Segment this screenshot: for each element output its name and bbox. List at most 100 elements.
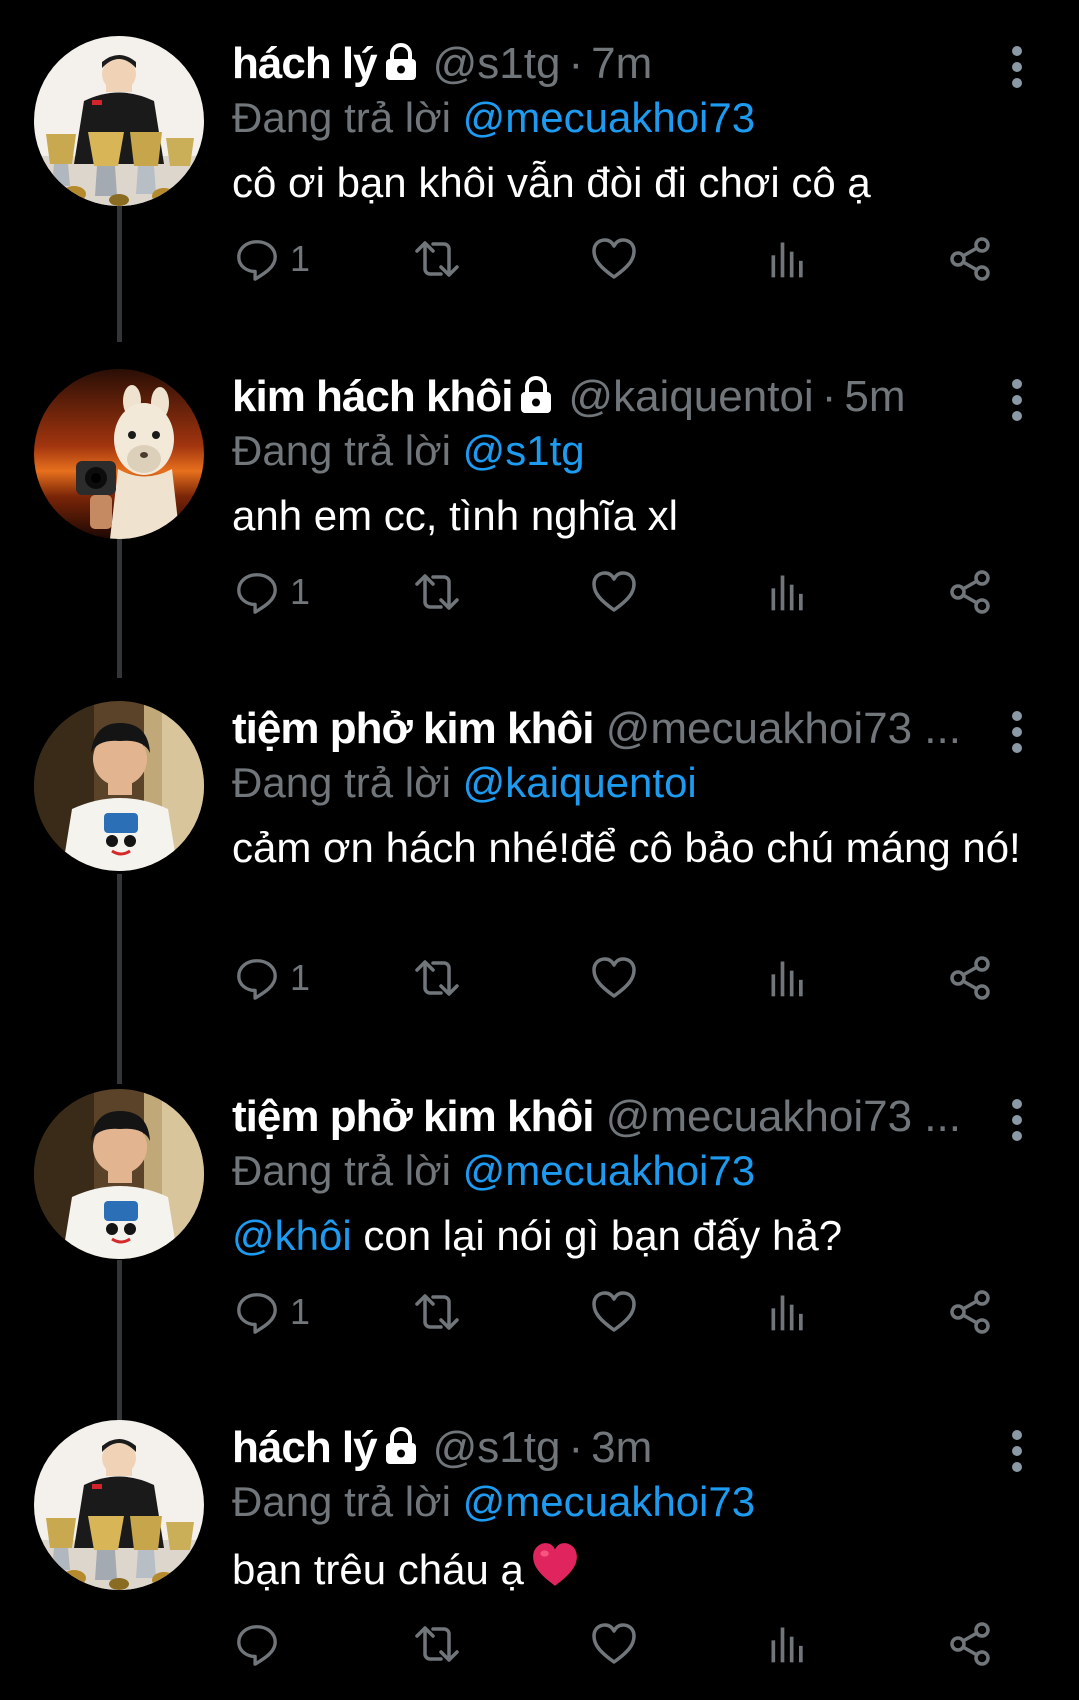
like-icon <box>590 568 638 616</box>
like-button[interactable] <box>590 562 638 622</box>
thread-line <box>117 1260 122 1420</box>
reply-button[interactable]: 1 <box>234 562 310 622</box>
separator-dot: · <box>568 39 584 88</box>
reply-count: 1 <box>290 238 311 279</box>
timestamp[interactable]: 3m <box>591 1423 652 1472</box>
views-icon <box>766 570 810 614</box>
views-button[interactable] <box>766 1614 810 1674</box>
retweet-icon <box>408 235 466 283</box>
reply-button[interactable]: 1 <box>234 948 310 1008</box>
lock-icon <box>516 373 556 425</box>
more-options-icon[interactable] <box>1002 377 1032 423</box>
reply-button[interactable]: 1 <box>234 229 310 289</box>
tweet-body: con lại nói gì bạn đấy hả? <box>351 1212 843 1259</box>
views-icon <box>766 1290 810 1334</box>
username-handle[interactable]: @s1tg <box>433 1423 561 1472</box>
thread-line <box>117 538 122 678</box>
share-icon <box>946 1620 994 1668</box>
separator-dot: · <box>821 372 837 421</box>
replying-to: Đang trả lời @mecuakhoi73 <box>232 1145 1022 1197</box>
retweet-button[interactable] <box>408 1614 466 1674</box>
views-button[interactable] <box>766 229 810 289</box>
avatar[interactable] <box>34 1089 204 1259</box>
username-handle[interactable]: @s1tg <box>433 39 561 88</box>
username-handle[interactable]: @mecuakhoi73 ... <box>606 704 961 753</box>
like-button[interactable] <box>590 1614 638 1674</box>
display-name[interactable]: kim hách khôi <box>232 372 513 421</box>
display-name[interactable]: hách lý <box>232 39 378 88</box>
reply-to-mention[interactable]: @mecuakhoi73 <box>463 94 755 141</box>
tweet-text: cảm ơn hách nhé!để cô bảo chú máng nó! <box>232 821 1022 875</box>
replying-to-label: Đang trả lời <box>232 94 451 141</box>
thread-line <box>117 874 122 1084</box>
views-button[interactable] <box>766 948 810 1008</box>
reply-count: 1 <box>290 1291 311 1332</box>
more-options-icon[interactable] <box>1002 709 1032 755</box>
username-handle[interactable]: @mecuakhoi73 ... <box>606 1092 961 1141</box>
more-options-icon[interactable] <box>1002 1097 1032 1143</box>
tweet-body: cô ơi bạn khôi vẫn đòi đi chơi cô ạ <box>232 159 871 206</box>
thread-line <box>117 202 122 342</box>
tweet-text: cô ơi bạn khôi vẫn đòi đi chơi cô ạ <box>232 156 1022 210</box>
display-name[interactable]: tiệm phở kim khôi <box>232 1092 594 1141</box>
share-button[interactable] <box>946 1282 994 1342</box>
tweet-body: bạn trêu cháu ạ <box>232 1546 524 1593</box>
display-name[interactable]: tiệm phở kim khôi <box>232 704 594 753</box>
tweet-text: @khôi con lại nói gì bạn đấy hả? <box>232 1209 1022 1263</box>
reply-to-mention[interactable]: @mecuakhoi73 <box>463 1478 755 1525</box>
tweet-text: anh em cc, tình nghĩa xl <box>232 489 1022 543</box>
retweet-button[interactable] <box>408 229 466 289</box>
share-button[interactable] <box>946 562 994 622</box>
share-button[interactable] <box>946 229 994 289</box>
more-options-icon[interactable] <box>1002 1428 1032 1474</box>
views-button[interactable] <box>766 562 810 622</box>
like-icon <box>590 1620 638 1668</box>
avatar[interactable] <box>34 369 204 539</box>
avatar[interactable] <box>34 1420 204 1590</box>
body-mention-link[interactable]: @khôi <box>232 1212 352 1259</box>
share-icon <box>946 568 994 616</box>
tweet-content: kim hách khôi @kaiquentoi · 5m Đang trả lời … <box>232 369 1022 543</box>
views-button[interactable] <box>766 1282 810 1342</box>
share-button[interactable] <box>946 1614 994 1674</box>
retweet-button[interactable] <box>408 948 466 1008</box>
timestamp[interactable]: 7m <box>591 39 652 88</box>
share-button[interactable] <box>946 948 994 1008</box>
display-name[interactable]: hách lý <box>232 1423 378 1472</box>
timestamp[interactable]: 5m <box>844 372 905 421</box>
tweet-header: tiệm phở kim khôi @mecuakhoi73 ... <box>232 701 992 757</box>
avatar[interactable] <box>34 36 204 206</box>
share-icon <box>946 1288 994 1336</box>
retweet-icon <box>408 1288 466 1336</box>
tweet-header: kim hách khôi @kaiquentoi · 5m <box>232 369 992 425</box>
more-options-icon[interactable] <box>1002 44 1032 90</box>
like-button[interactable] <box>590 229 638 289</box>
reply-to-mention[interactable]: @kaiquentoi <box>463 759 697 806</box>
like-button[interactable] <box>590 1282 638 1342</box>
views-icon <box>766 1622 810 1666</box>
action-bar: 1 <box>232 1282 1022 1342</box>
like-icon <box>590 954 638 1002</box>
like-button[interactable] <box>590 948 638 1008</box>
avatar[interactable] <box>34 701 204 871</box>
like-icon <box>590 235 638 283</box>
reply-count: 1 <box>290 957 311 998</box>
action-bar: 1 <box>232 229 1022 289</box>
tweet-header: tiệm phở kim khôi @mecuakhoi73 ... <box>232 1089 992 1145</box>
tweet-body: anh em cc, tình nghĩa xl <box>232 492 678 539</box>
tweet-content: hách lý @s1tg · 7m Đang trả lời @mecuakhoi73… <box>232 36 1022 210</box>
reply-button[interactable] <box>234 1614 280 1674</box>
replying-to-label: Đang trả lời <box>232 427 451 474</box>
reply-button[interactable]: 1 <box>234 1282 310 1342</box>
reply-icon <box>234 1289 280 1335</box>
replying-to: Đang trả lời @s1tg <box>232 425 1022 477</box>
reply-icon <box>234 1621 280 1667</box>
tweet-text: bạn trêu cháu ạ <box>232 1540 1022 1603</box>
reply-to-mention[interactable]: @s1tg <box>463 427 585 474</box>
tweet-content: tiệm phở kim khôi @mecuakhoi73 ... Đang t… <box>232 701 1022 875</box>
username-handle[interactable]: @kaiquentoi <box>568 372 813 421</box>
reply-to-mention[interactable]: @mecuakhoi73 <box>463 1147 755 1194</box>
retweet-button[interactable] <box>408 562 466 622</box>
retweet-button[interactable] <box>408 1282 466 1342</box>
replying-to: Đang trả lời @mecuakhoi73 <box>232 1476 1022 1528</box>
